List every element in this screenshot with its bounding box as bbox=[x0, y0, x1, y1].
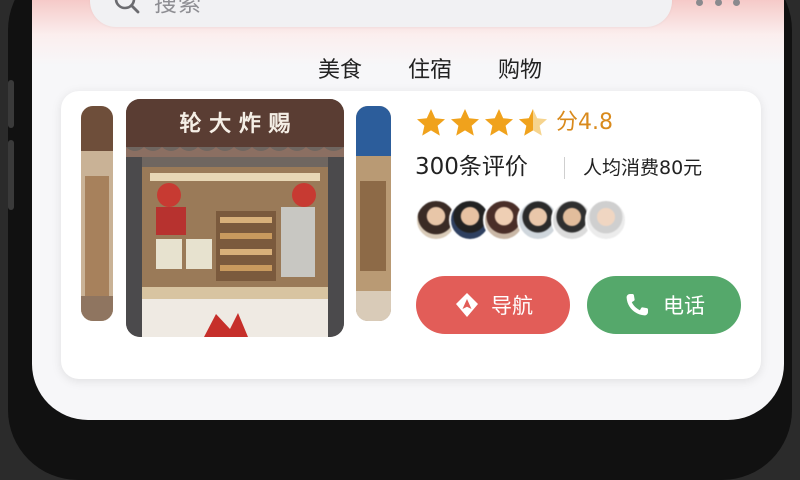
shop-sign: 轮 大 炸 赐 bbox=[180, 111, 291, 137]
gallery-next-photo[interactable] bbox=[356, 106, 391, 321]
call-label: 电话 bbox=[663, 294, 705, 318]
star-icon bbox=[485, 109, 513, 136]
gallery-prev-photo[interactable] bbox=[81, 106, 113, 321]
navigate-button[interactable]: 导航 bbox=[416, 276, 570, 334]
review-count[interactable]: 300条评价 bbox=[415, 151, 528, 183]
volume-down-button bbox=[8, 140, 14, 210]
call-button[interactable]: 电话 bbox=[587, 276, 741, 334]
navigation-icon bbox=[456, 293, 478, 317]
star-icon bbox=[417, 109, 445, 136]
search-placeholder: 搜索 bbox=[154, 0, 202, 17]
navigate-label: 导航 bbox=[491, 294, 533, 318]
rating-score: 分4.8 bbox=[556, 110, 613, 135]
average-price: 人均消费80元 bbox=[583, 157, 703, 179]
tab-shopping[interactable]: 购物 bbox=[492, 48, 548, 92]
divider bbox=[564, 157, 565, 179]
tab-lodging[interactable]: 住宿 bbox=[402, 48, 458, 92]
more-dot bbox=[733, 0, 740, 6]
more-dot bbox=[696, 0, 703, 6]
volume-up-button bbox=[8, 80, 14, 128]
shop-photo[interactable]: 轮 大 炸 赐 bbox=[126, 99, 344, 337]
phone-frame: 搜索 美食 住宿 购物 轮 大 炸 赐 分4.8 300条评价 人均消费80元 … bbox=[8, 0, 792, 480]
tab-food[interactable]: 美食 bbox=[312, 48, 368, 100]
reviewer-avatars[interactable] bbox=[415, 199, 627, 243]
more-button[interactable] bbox=[696, 0, 740, 12]
category-tabs: 美食 住宿 购物 bbox=[312, 48, 548, 100]
avatar bbox=[585, 199, 627, 241]
star-half-icon bbox=[519, 109, 547, 136]
more-dot bbox=[714, 0, 722, 6]
star-icon bbox=[451, 109, 479, 136]
shop-card[interactable]: 轮 大 炸 赐 分4.8 300条评价 人均消费80元 导航 电话 bbox=[61, 91, 761, 379]
rating-stars bbox=[415, 107, 549, 139]
search-bar[interactable]: 搜索 bbox=[90, 0, 672, 27]
phone-icon bbox=[626, 294, 648, 316]
app-screen: 搜索 美食 住宿 购物 轮 大 炸 赐 分4.8 300条评价 人均消费80元 … bbox=[32, 0, 784, 420]
search-icon bbox=[114, 0, 140, 14]
